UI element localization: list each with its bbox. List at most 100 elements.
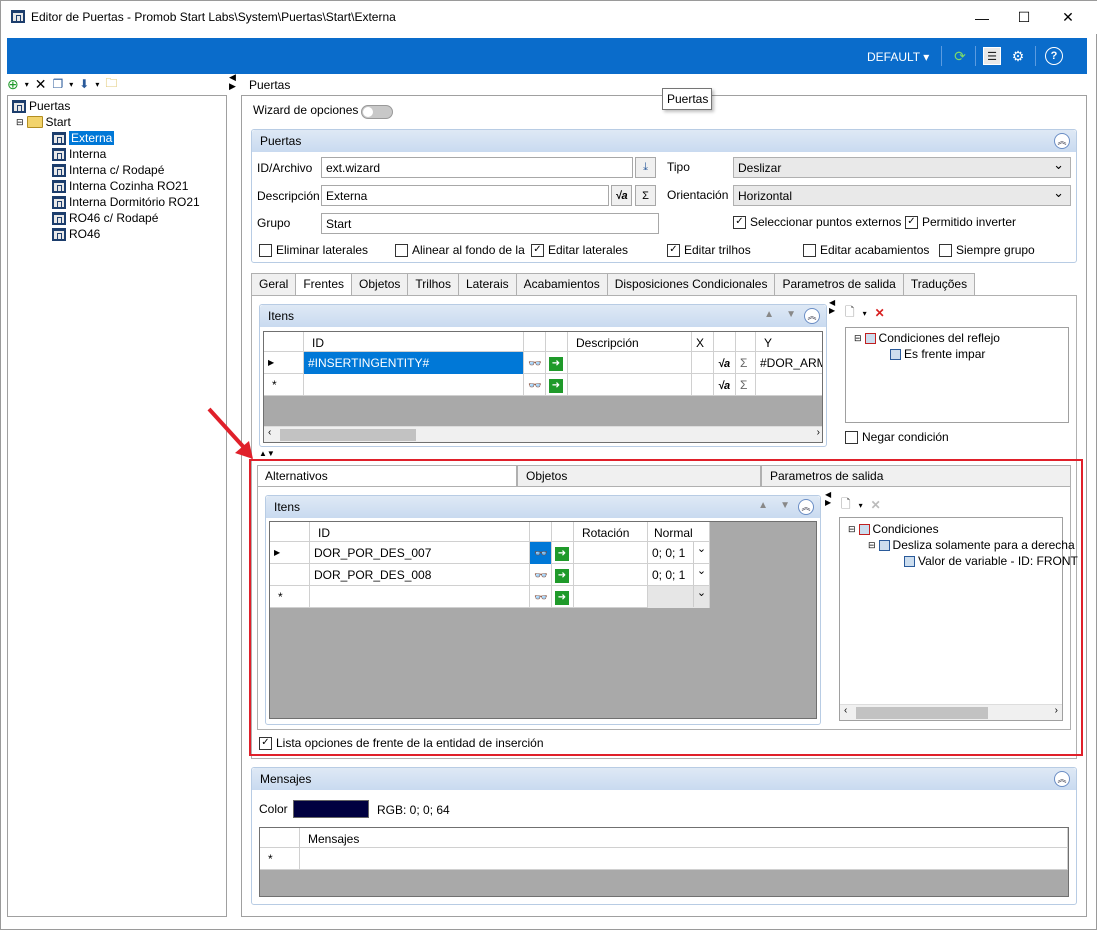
id-archivo-input[interactable]: ext.wizard <box>321 157 633 178</box>
splitter-arrows-icon[interactable]: ◀ ▶ <box>829 299 835 315</box>
delete-icon[interactable]: ✕ <box>35 76 47 93</box>
scroll-left-icon[interactable]: ‹ <box>268 427 271 438</box>
table-row-new[interactable]: * 👓 ➜ √a Σ <box>264 374 822 396</box>
sigma-icon[interactable]: Σ <box>635 185 656 206</box>
move-up-icon[interactable]: ▲ <box>764 309 774 320</box>
chevron-down-icon[interactable]: ▾ <box>69 80 73 89</box>
tree-root[interactable]: Puertas <box>12 98 70 114</box>
tab-parametros[interactable]: Parametros de salida <box>774 273 904 295</box>
formula-sqrt-icon[interactable]: √a <box>611 185 632 206</box>
chevron-down-icon[interactable]: ▾ <box>25 80 29 89</box>
formula-sqrt-icon[interactable]: √a <box>714 374 736 396</box>
profile-dropdown[interactable]: DEFAULT ▾ <box>867 50 929 64</box>
tree-item[interactable]: Interna Dormitório RO21 <box>52 194 200 210</box>
goto-arrow-icon[interactable]: ➜ <box>546 352 568 374</box>
tipo-select[interactable]: Deslizar <box>733 157 1071 178</box>
cell-x[interactable] <box>692 374 714 396</box>
color-swatch[interactable] <box>293 800 369 818</box>
tree-item[interactable]: Interna <box>52 146 106 162</box>
tree-item[interactable]: Es frente impar <box>890 346 985 362</box>
chk-editar-laterales[interactable]: ✓ Editar laterales <box>531 243 628 257</box>
checkbox[interactable] <box>259 243 272 257</box>
settings-gear-icon[interactable]: ⚙ <box>1009 47 1027 65</box>
checkbox[interactable] <box>803 243 816 257</box>
tab-objetos[interactable]: Objetos <box>351 273 409 295</box>
cell-id[interactable] <box>304 374 524 396</box>
close-button[interactable]: ✕ <box>1045 1 1091 34</box>
checkbox[interactable] <box>395 243 408 257</box>
browse-file-icon[interactable]: ⤓ <box>635 157 656 178</box>
chevron-down-icon[interactable]: ▾ <box>863 309 867 318</box>
checkbox[interactable]: ✓ <box>905 215 918 229</box>
add-icon[interactable]: ⊕ <box>7 76 19 93</box>
chk-alinear-fondo[interactable]: Alinear al fondo de la <box>395 243 525 257</box>
refresh-icon[interactable]: ⟳ <box>951 47 969 65</box>
chevron-down-icon[interactable]: ▾ <box>95 80 99 89</box>
chk-siempre-grupo[interactable]: Siempre grupo <box>939 243 1035 257</box>
tree-folder-start[interactable]: ⊟ Start <box>16 114 71 130</box>
tree-item[interactable]: RO46 c/ Rodapé <box>52 210 158 226</box>
table-row-new[interactable]: * <box>260 848 1068 870</box>
descripcion-input[interactable]: Externa <box>321 185 609 206</box>
checkbox[interactable]: ✓ <box>667 243 680 257</box>
tab-acabamientos[interactable]: Acabamientos <box>515 273 608 295</box>
orientacion-select[interactable]: Horizontal <box>733 185 1071 206</box>
collapse-up-icon[interactable]: ︽ <box>804 308 820 324</box>
chk-seleccionar-puntos[interactable]: ✓ Seleccionar puntos externos <box>733 215 901 229</box>
wizard-toggle[interactable] <box>361 105 393 119</box>
search-binoculars-icon[interactable]: 👓 <box>524 374 546 396</box>
chk-negar-condicion[interactable]: Negar condición <box>845 430 949 444</box>
col-mensajes[interactable]: Mensajes <box>300 828 1068 848</box>
cell-mensaje[interactable] <box>300 848 1068 870</box>
delete-icon[interactable]: ✕ <box>875 306 885 320</box>
chk-editar-acabamientos[interactable]: Editar acabamientos <box>803 243 929 257</box>
tree-item[interactable]: RO46 <box>52 226 100 242</box>
move-down-icon[interactable]: ⬇ <box>79 77 89 91</box>
checkbox[interactable] <box>845 430 858 444</box>
new-document-icon[interactable]: 🗋 <box>845 303 855 324</box>
col-descripcion[interactable]: Descripción <box>568 332 692 352</box>
collapse-up-icon[interactable]: ︽ <box>1054 771 1070 787</box>
search-binoculars-icon[interactable]: 👓 <box>524 352 546 374</box>
chk-permitido-inverter[interactable]: ✓ Permitido inverter <box>905 215 1016 229</box>
goto-arrow-icon[interactable]: ➜ <box>546 374 568 396</box>
grupo-input[interactable]: Start <box>321 213 659 234</box>
table-row[interactable]: ▶ #INSERTINGENTITY# 👓 ➜ √a Σ #DOR_ARM_ <box>264 352 822 374</box>
tree-item[interactable]: ⊟ Condiciones del reflejo <box>854 330 1000 346</box>
collapse-up-icon[interactable]: ︽ <box>1054 133 1070 149</box>
col-y[interactable]: Y <box>756 332 822 352</box>
tab-trilhos[interactable]: Trilhos <box>407 273 459 295</box>
tree-item[interactable]: Interna Cozinha RO21 <box>52 178 188 194</box>
sigma-icon[interactable]: Σ <box>736 352 756 374</box>
scroll-thumb[interactable] <box>280 429 416 441</box>
sigma-icon[interactable]: Σ <box>736 374 756 396</box>
tab-laterais[interactable]: Laterais <box>457 273 517 295</box>
cell-descripcion[interactable] <box>568 352 692 374</box>
checkbox[interactable]: ✓ <box>531 243 544 257</box>
copy-icon[interactable]: ❐ <box>52 77 63 91</box>
collapse-icon[interactable]: ⊟ <box>16 117 24 128</box>
list-view-icon[interactable]: ☰ <box>983 47 1001 65</box>
cell-x[interactable] <box>692 352 714 374</box>
checkbox[interactable]: ✓ <box>733 215 746 229</box>
tab-frentes[interactable]: Frentes <box>295 273 353 296</box>
collapse-icon[interactable]: ⊟ <box>854 333 862 344</box>
chk-eliminar-laterales[interactable]: Eliminar laterales <box>259 243 368 257</box>
tree-item[interactable]: Externa <box>52 130 115 146</box>
horizontal-scrollbar[interactable]: ‹ › <box>264 426 822 442</box>
tab-disposiciones[interactable]: Disposiciones Condicionales <box>606 273 776 295</box>
chk-editar-trilhos[interactable]: ✓ Editar trilhos <box>667 243 751 257</box>
cell-y[interactable] <box>756 374 822 396</box>
maximize-button[interactable]: ☐ <box>1001 1 1047 34</box>
cell-descripcion[interactable] <box>568 374 692 396</box>
cell-y[interactable]: #DOR_ARM_ <box>756 352 822 374</box>
help-icon[interactable]: ? <box>1045 47 1063 65</box>
col-x[interactable]: X <box>692 332 714 352</box>
tab-geral[interactable]: Geral <box>251 273 297 295</box>
tree-item[interactable]: Interna c/ Rodapé <box>52 162 164 178</box>
move-down-icon[interactable]: ▼ <box>786 309 796 320</box>
cell-id[interactable]: #INSERTINGENTITY# <box>304 352 524 374</box>
formula-sqrt-icon[interactable]: √a <box>714 352 736 374</box>
splitter-arrows-icon[interactable]: ◀ ▶ <box>229 73 236 91</box>
folder-sync-icon[interactable]: 🗀 <box>105 74 117 95</box>
